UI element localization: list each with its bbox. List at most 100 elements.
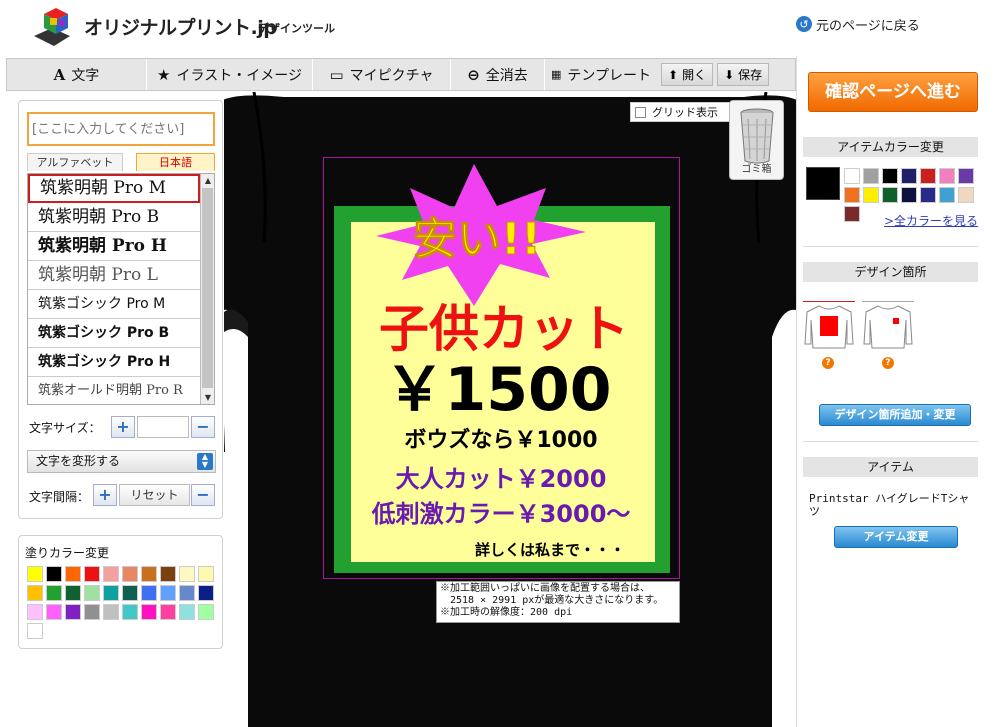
font-item[interactable]: 筑紫ゴシック Pro B xyxy=(28,319,200,348)
fill-color-swatch[interactable] xyxy=(141,604,157,620)
text-input[interactable] xyxy=(27,112,215,146)
fill-color-swatch[interactable] xyxy=(122,604,138,620)
item-color-swatch[interactable] xyxy=(958,187,974,203)
fill-color-swatch[interactable] xyxy=(84,566,100,582)
fill-color-swatch[interactable] xyxy=(65,585,81,601)
tab-illust[interactable]: ★ イラスト・イメージ xyxy=(147,59,313,90)
open-button[interactable]: ⬆ 開く xyxy=(661,63,714,86)
fill-color-swatch[interactable] xyxy=(122,566,138,582)
fill-color-swatch[interactable] xyxy=(27,623,43,639)
scroll-thumb[interactable] xyxy=(202,188,213,388)
fill-color-swatch[interactable] xyxy=(103,585,119,601)
fill-color-swatch[interactable] xyxy=(122,585,138,601)
item-color-swatch[interactable] xyxy=(920,187,936,203)
size-input[interactable] xyxy=(137,416,189,438)
size-increase-button[interactable]: + xyxy=(111,416,135,438)
item-title: アイテム xyxy=(803,457,978,477)
fill-color-swatch[interactable] xyxy=(141,566,157,582)
spacing-increase-button[interactable]: + xyxy=(93,484,117,506)
fill-color-swatch[interactable] xyxy=(46,585,62,601)
fill-color-swatch[interactable] xyxy=(179,566,195,582)
clear-all-button[interactable]: ⊖ 全消去 xyxy=(451,59,545,90)
up-arrow-icon: ⬆ xyxy=(668,67,679,82)
grid-toggle[interactable]: グリッド表示 xyxy=(630,102,734,122)
font-list-scrollbar[interactable]: ▲ ▼ xyxy=(200,174,214,404)
fill-color-swatch[interactable] xyxy=(27,604,43,620)
fill-color-swatch[interactable] xyxy=(27,585,43,601)
back-location-thumb[interactable] xyxy=(862,301,914,353)
font-item[interactable]: 筑紫ゴシック Pro H xyxy=(28,348,200,377)
change-item-button[interactable]: アイテム変更 xyxy=(834,526,958,548)
all-colors-link[interactable]: >全カラーを見る xyxy=(884,212,978,229)
size-decrease-button[interactable]: − xyxy=(191,416,215,438)
item-color-swatch[interactable] xyxy=(844,168,860,184)
tab-mypicture[interactable]: ▭ マイピクチャ xyxy=(313,59,451,90)
grid-checkbox[interactable] xyxy=(635,106,646,118)
confirm-button[interactable]: 確認ページへ進む xyxy=(808,72,978,112)
fill-color-title: 塗りカラー変更 xyxy=(25,546,110,560)
fill-color-swatch[interactable] xyxy=(141,585,157,601)
selected-item-color[interactable] xyxy=(806,167,840,200)
tab-template[interactable]: ▦ テンプレート xyxy=(545,59,657,90)
font-item[interactable]: 筑紫明朝 Pro B xyxy=(28,203,200,232)
fill-color-swatch[interactable] xyxy=(103,604,119,620)
fill-color-swatch[interactable] xyxy=(160,566,176,582)
transform-select[interactable]: 文字を変形する ▲ ▼ xyxy=(27,450,216,473)
help-icon[interactable]: ? xyxy=(882,357,894,369)
item-color-swatch[interactable] xyxy=(958,168,974,184)
fill-color-swatch[interactable] xyxy=(160,604,176,620)
item-color-swatch[interactable] xyxy=(863,168,879,184)
logo-text: オリジナルプリント.jp xyxy=(84,17,277,39)
save-button[interactable]: ⬇ 保存 xyxy=(717,63,770,86)
spacing-reset-button[interactable]: リセット xyxy=(119,484,190,506)
fill-color-swatch[interactable] xyxy=(65,604,81,620)
add-location-button[interactable]: デザイン箇所追加・変更 xyxy=(819,404,971,426)
item-color-swatch[interactable] xyxy=(920,168,936,184)
fill-color-swatch[interactable] xyxy=(27,566,43,582)
scroll-up-icon[interactable]: ▲ xyxy=(201,174,214,187)
fill-color-swatch[interactable] xyxy=(84,585,100,601)
font-item[interactable]: 筑紫明朝 Pro H xyxy=(28,232,200,261)
fill-color-swatch[interactable] xyxy=(46,566,62,582)
design-canvas: グリッド表示 ゴミ箱 安い!! 子供カット ￥1500 ボウズなら￥1000 大… xyxy=(224,92,796,727)
design-line1: 子供カット xyxy=(379,300,629,358)
fill-color-swatch[interactable] xyxy=(198,604,214,620)
logo-cube-icon xyxy=(34,8,70,46)
item-color-swatch[interactable] xyxy=(863,187,879,203)
tab-japanese[interactable]: 日本語 xyxy=(136,153,215,171)
font-item[interactable]: 筑紫ゴシック Pro M xyxy=(28,290,200,319)
divider xyxy=(803,441,978,442)
item-color-swatch[interactable] xyxy=(939,168,955,184)
item-color-swatch[interactable] xyxy=(882,168,898,184)
fill-color-swatch[interactable] xyxy=(103,566,119,582)
transform-label: 文字を変形する xyxy=(36,454,121,468)
back-link[interactable]: ↺ 元のページに戻る xyxy=(796,14,920,34)
fill-color-swatch[interactable] xyxy=(179,585,195,601)
item-color-swatch[interactable] xyxy=(901,187,917,203)
design-artwork[interactable]: 安い!! 子供カット ￥1500 ボウズなら￥1000 大人カット￥2000 低… xyxy=(324,158,681,580)
text-a-icon: A xyxy=(53,65,66,84)
item-color-swatch[interactable] xyxy=(882,187,898,203)
help-icon[interactable]: ? xyxy=(822,357,834,369)
fill-color-swatch[interactable] xyxy=(84,604,100,620)
font-item[interactable]: 筑紫オールド明朝 Pro R xyxy=(28,377,200,404)
fill-color-swatch[interactable] xyxy=(179,604,195,620)
tab-text[interactable]: A 文字 xyxy=(7,59,147,90)
item-color-swatch[interactable] xyxy=(939,187,955,203)
item-color-swatch[interactable] xyxy=(901,168,917,184)
item-color-swatch[interactable] xyxy=(844,206,860,222)
front-location-thumb[interactable] xyxy=(803,301,855,353)
tab-alphabet[interactable]: アルファベット xyxy=(27,153,123,171)
item-color-swatch[interactable] xyxy=(844,187,860,203)
scroll-down-icon[interactable]: ▼ xyxy=(201,391,214,404)
font-item[interactable]: 筑紫明朝 Pro M xyxy=(28,174,200,203)
font-list: 筑紫明朝 Pro M 筑紫明朝 Pro B 筑紫明朝 Pro H 筑紫明朝 Pr… xyxy=(27,173,215,405)
fill-color-swatch[interactable] xyxy=(46,604,62,620)
spacing-decrease-button[interactable]: − xyxy=(191,484,215,506)
fill-color-swatch[interactable] xyxy=(198,585,214,601)
fill-color-swatch[interactable] xyxy=(65,566,81,582)
fill-color-swatch[interactable] xyxy=(198,566,214,582)
fill-color-swatch[interactable] xyxy=(160,585,176,601)
font-item[interactable]: 筑紫明朝 Pro L xyxy=(28,261,200,290)
trash-button[interactable]: ゴミ箱 xyxy=(729,100,784,180)
